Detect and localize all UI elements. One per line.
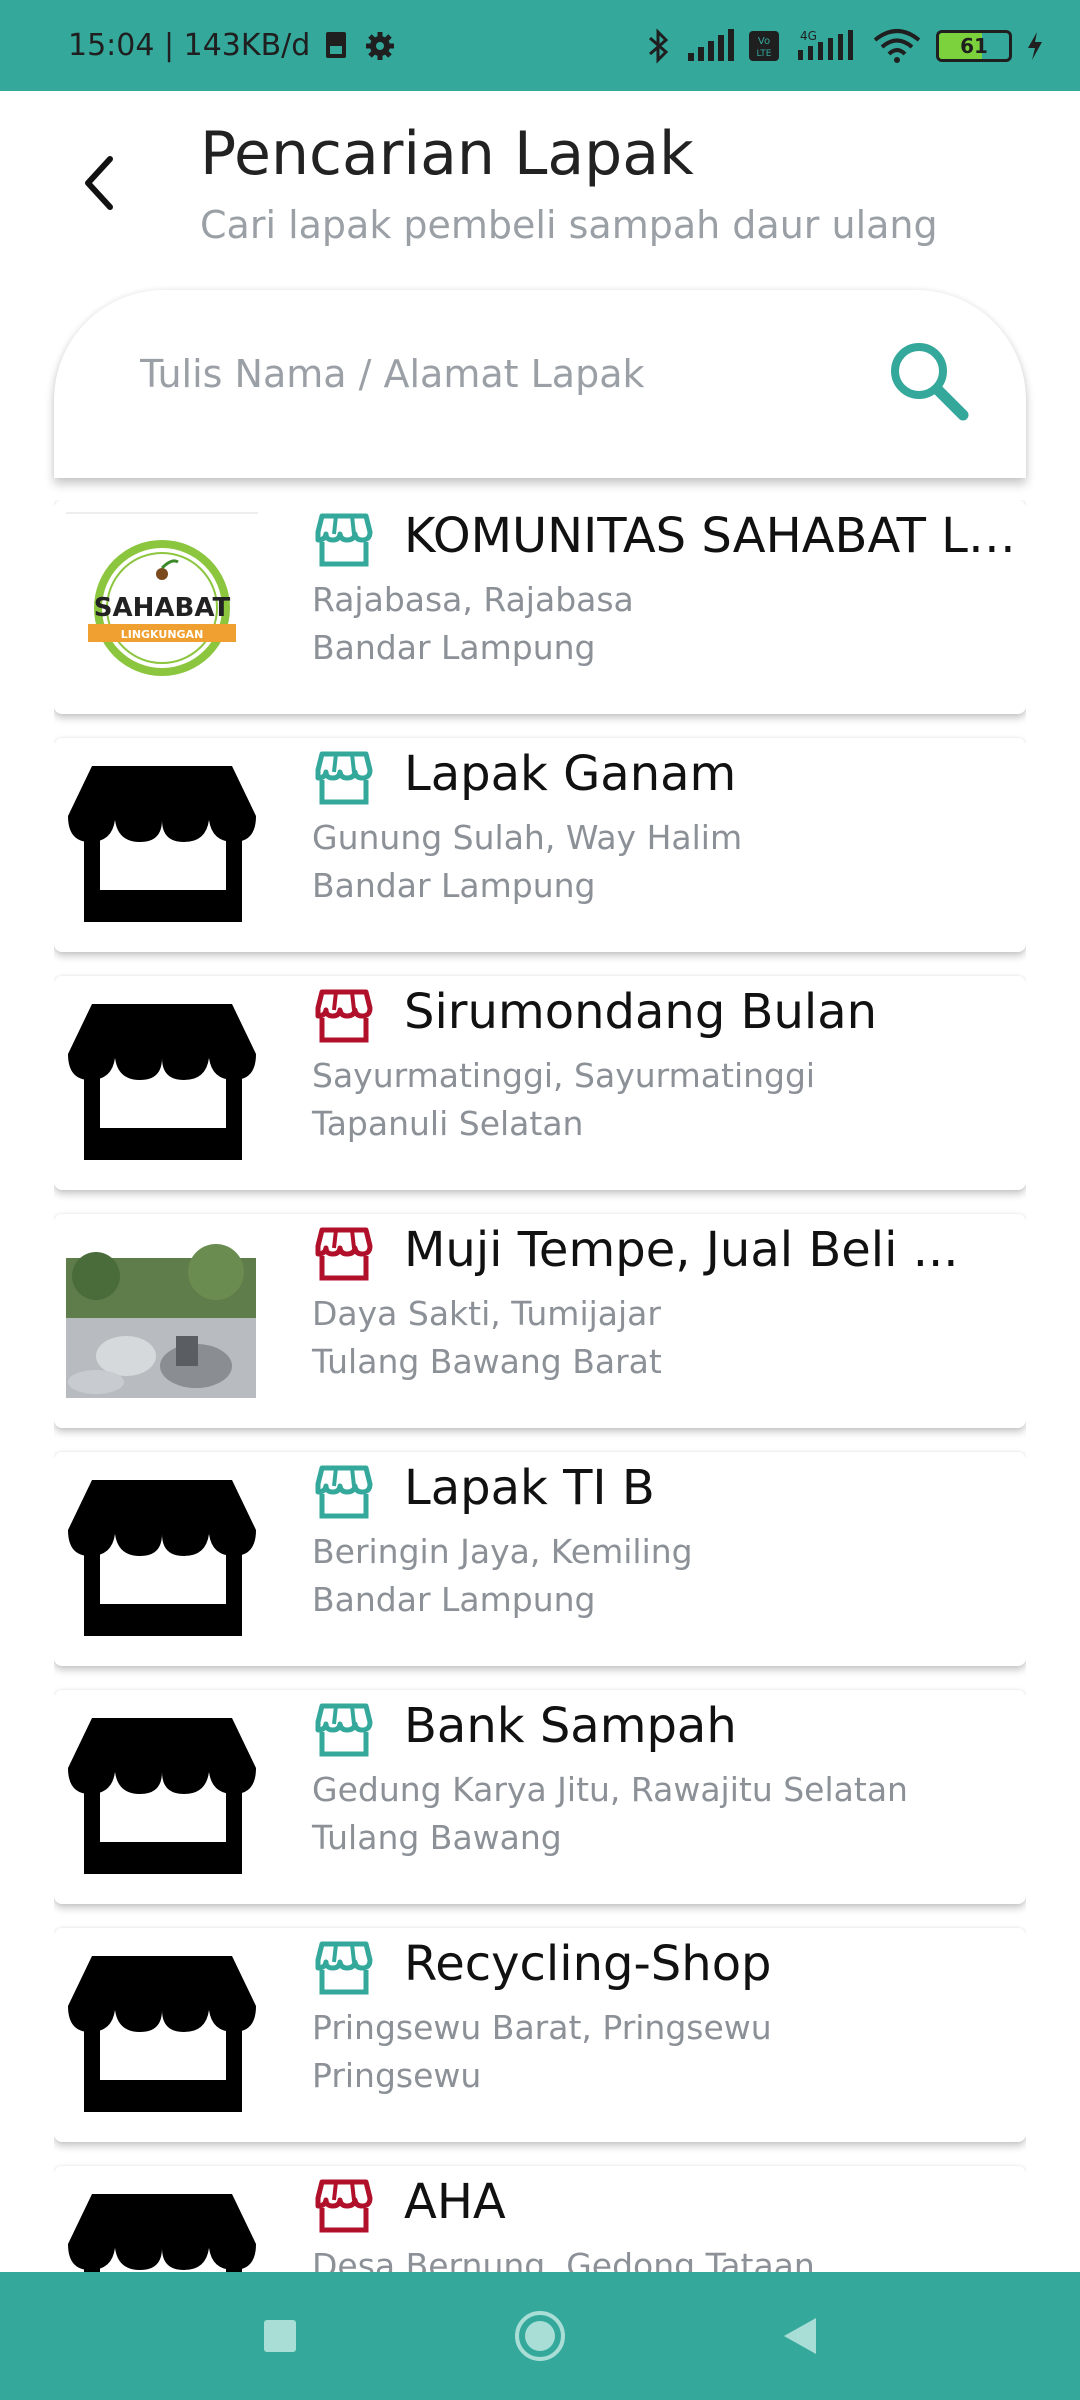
nav-back-button[interactable] — [770, 2306, 830, 2366]
search-icon — [891, 343, 969, 421]
lapak-name: AHA — [404, 2174, 506, 2230]
signal-4g-icon: 4G — [798, 29, 853, 60]
chevron-left-icon — [85, 156, 113, 210]
circle-icon — [515, 2311, 565, 2361]
lapak-name: Muji Tempe, Jual Beli ... — [404, 1222, 959, 1278]
lapak-address-line1: Rajabasa, Rajabasa — [312, 580, 634, 619]
store-icon — [315, 2179, 373, 2233]
sim-icon — [326, 31, 347, 58]
storefront-icon — [68, 1718, 256, 1874]
lapak-address-line2: Tapanuli Selatan — [312, 1104, 584, 1143]
navigation-bar — [0, 2272, 1080, 2400]
triangle-back-icon — [784, 2318, 816, 2354]
volte-icon: Vo LTE — [749, 30, 779, 61]
home-button[interactable] — [510, 2306, 570, 2366]
logo-subtext: LINGKUNGAN — [121, 628, 204, 641]
status-left: 15:04 | 143KB/d — [68, 28, 396, 63]
page-subtitle: Cari lapak pembeli sampah daur ulang — [200, 203, 938, 247]
square-icon — [264, 2320, 296, 2352]
recents-button[interactable] — [250, 2306, 310, 2366]
lapak-address-line1: Gunung Sulah, Way Halim — [312, 818, 743, 857]
logo-text: SAHABAT — [94, 593, 231, 623]
lapak-card[interactable]: Recycling-Shop Pringsewu Barat, Pringsew… — [54, 1928, 1026, 2142]
back-button[interactable] — [68, 153, 128, 213]
lapak-address-line1: Beringin Jaya, Kemiling — [312, 1532, 693, 1571]
lapak-address-line1: Daya Sakti, Tumijajar — [312, 1294, 661, 1333]
search-card — [54, 290, 1026, 478]
search-input[interactable] — [140, 338, 860, 410]
status-right: Vo LTE 4G 61 — [644, 27, 1044, 64]
lapak-name: KOMUNITAS SAHABAT LING... — [404, 508, 1026, 564]
lapak-address-line2: Tulang Bawang Barat — [312, 1342, 662, 1381]
lapak-card[interactable]: Bank Sampah Gedung Karya Jitu, Rawajitu … — [54, 1690, 1026, 1904]
storefront-icon — [68, 2194, 256, 2272]
lapak-thumbnail — [66, 1940, 258, 2130]
storefront-icon — [68, 1004, 256, 1160]
lapak-address-line1: Gedung Karya Jitu, Rawajitu Selatan — [312, 1770, 908, 1809]
photo-thumbnail — [66, 1244, 256, 1398]
lapak-card[interactable]: AHA Desa Bernung, Gedong Tataan — [54, 2166, 1026, 2272]
battery-icon: 61 — [936, 29, 1012, 62]
signal-icon — [688, 28, 734, 61]
lapak-list: SAHABAT LINGKUNGAN KOMUNITAS SAHABAT LIN… — [54, 500, 1026, 2272]
lapak-card[interactable]: SAHABAT LINGKUNGAN KOMUNITAS SAHABAT LIN… — [54, 500, 1026, 714]
lapak-address-line2: Bandar Lampung — [312, 866, 596, 905]
storefront-icon — [68, 766, 256, 922]
lapak-name: Lapak TI B — [404, 1460, 655, 1516]
bluetooth-icon — [649, 27, 669, 64]
storefront-icon — [68, 1956, 256, 2112]
lapak-name: Recycling-Shop — [404, 1936, 772, 1992]
lapak-address-line2: Bandar Lampung — [312, 628, 596, 667]
svg-text:4G: 4G — [800, 29, 817, 43]
lapak-address-line1: Desa Bernung, Gedong Tataan — [312, 2246, 815, 2272]
svg-text:LTE: LTE — [757, 49, 772, 59]
lapak-thumbnail — [66, 750, 258, 940]
lapak-card[interactable]: Muji Tempe, Jual Beli ... Daya Sakti, Tu… — [54, 1214, 1026, 1428]
search-button[interactable] — [880, 332, 976, 428]
lapak-thumbnail: SAHABAT LINGKUNGAN — [66, 512, 258, 702]
battery-level: 61 — [960, 33, 988, 58]
lapak-thumbnail — [66, 1702, 258, 1892]
lapak-name: Lapak Ganam — [404, 746, 737, 802]
status-time: 15:04 | 143KB/d — [68, 28, 311, 63]
header: Pencarian Lapak Cari lapak pembeli sampa… — [0, 91, 1080, 281]
store-icon — [315, 1465, 373, 1519]
gear-icon — [366, 31, 395, 60]
lapak-name: Bank Sampah — [404, 1698, 737, 1754]
store-icon — [315, 513, 373, 567]
page-title: Pencarian Lapak — [200, 119, 694, 189]
store-icon — [315, 1227, 373, 1281]
lapak-address-line2: Bandar Lampung — [312, 1580, 596, 1619]
lapak-address-line1: Sayurmatinggi, Sayurmatinggi — [312, 1056, 816, 1095]
lapak-address-line2: Tulang Bawang — [312, 1818, 562, 1857]
lapak-thumbnail — [66, 988, 258, 1178]
store-icon — [315, 989, 373, 1043]
lapak-thumbnail — [66, 1226, 258, 1416]
wifi-icon — [873, 28, 921, 63]
lapak-address-line1: Pringsewu Barat, Pringsewu — [312, 2008, 772, 2047]
storefront-icon — [68, 1480, 256, 1636]
lapak-card[interactable]: Lapak TI B Beringin Jaya, Kemiling Banda… — [54, 1452, 1026, 1666]
charging-icon — [1028, 31, 1042, 60]
lapak-name: Sirumondang Bulan — [404, 984, 878, 1040]
lapak-thumbnail — [66, 2178, 258, 2272]
store-icon — [315, 1941, 373, 1995]
sahabat-logo-icon: SAHABAT LINGKUNGAN — [66, 512, 258, 676]
lapak-address-line2: Pringsewu — [312, 2056, 482, 2095]
status-bar: 15:04 | 143KB/d Vo LTE 4G 61 — [0, 0, 1080, 91]
lapak-card[interactable]: Sirumondang Bulan Sayurmatinggi, Sayurma… — [54, 976, 1026, 1190]
svg-text:Vo: Vo — [758, 36, 770, 47]
lapak-card[interactable]: Lapak Ganam Gunung Sulah, Way Halim Band… — [54, 738, 1026, 952]
store-icon — [315, 1703, 373, 1757]
lapak-thumbnail — [66, 1464, 258, 1654]
store-icon — [315, 751, 373, 805]
